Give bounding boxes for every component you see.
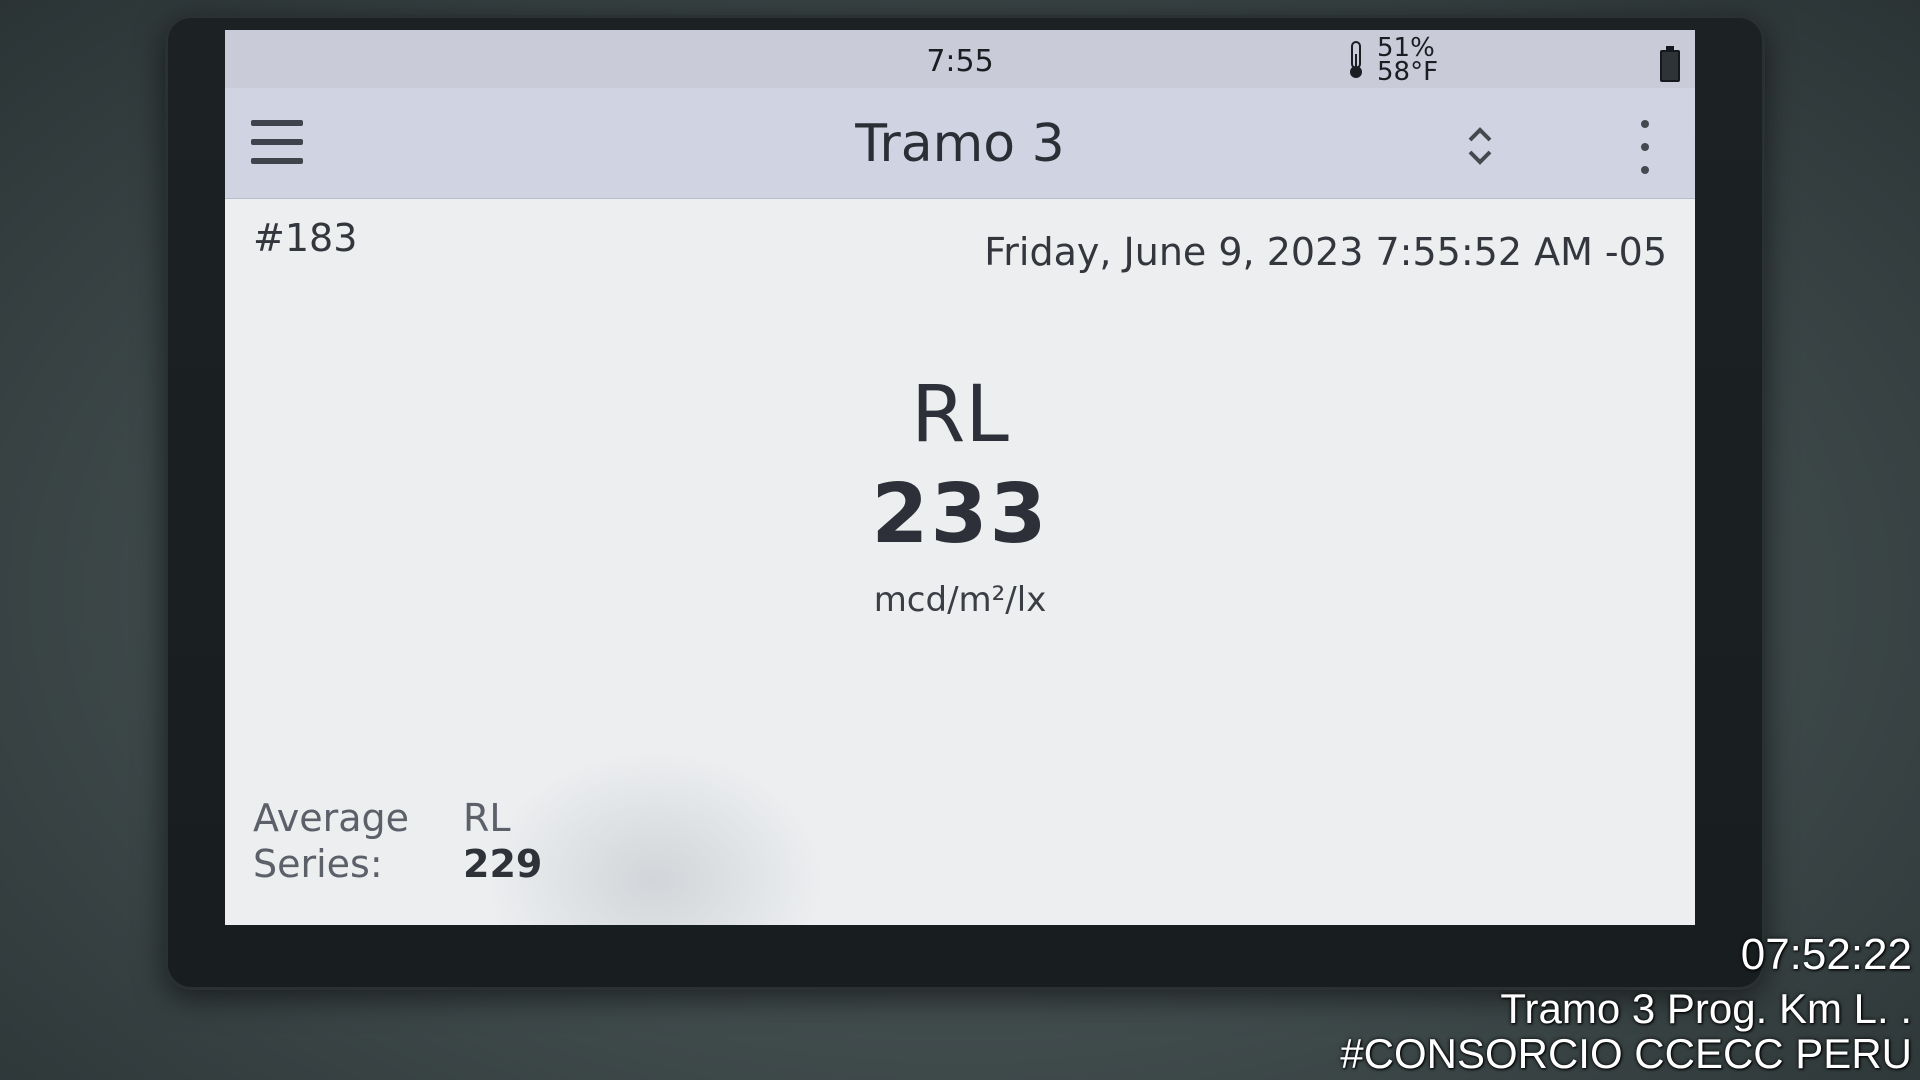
metric-unit: mcd/m²/lx (873, 580, 1047, 620)
status-bar: 7:55 51% 58°F (225, 30, 1695, 88)
app-bar: Tramo 3 (225, 88, 1695, 199)
series-label: Series: (253, 842, 383, 886)
photo-organization: #CONSORCIO CCECC PERU (1340, 1030, 1912, 1077)
average-metric: RL (463, 796, 511, 840)
battery-icon (1660, 46, 1680, 82)
measurement-datetime: Friday, June 9, 2023 7:55:52 AM -05 (984, 230, 1667, 274)
photo-location: Tramo 3 Prog. Km L. . (1500, 985, 1912, 1032)
average-row-2: Series: 229 (253, 841, 542, 887)
metric-value: 233 (871, 467, 1049, 562)
average-value: 229 (463, 842, 543, 886)
metric-name: RL (911, 370, 1009, 460)
photo-scene: 7:55 51% 58°F Tramo 3 #183 Friday, June … (0, 0, 1920, 1080)
measurement-display: RL 233 mcd/m²/lx (225, 370, 1695, 630)
record-number: #183 (253, 216, 358, 260)
device-screen: 7:55 51% 58°F Tramo 3 #183 Friday, June … (225, 30, 1695, 925)
vertical-ellipsis-icon[interactable] (1630, 112, 1660, 182)
temperature-value: 58°F (1377, 57, 1439, 87)
average-series: Average RL Series: 229 (253, 795, 542, 887)
environment-readout: 51% 58°F (1345, 35, 1485, 87)
average-label: Average (253, 796, 410, 840)
photo-timestamp: 07:52:22 (1740, 930, 1912, 979)
average-row-1: Average RL (253, 795, 542, 841)
thermometer-icon (1350, 41, 1362, 78)
up-down-chevron-icon[interactable] (1460, 120, 1500, 172)
